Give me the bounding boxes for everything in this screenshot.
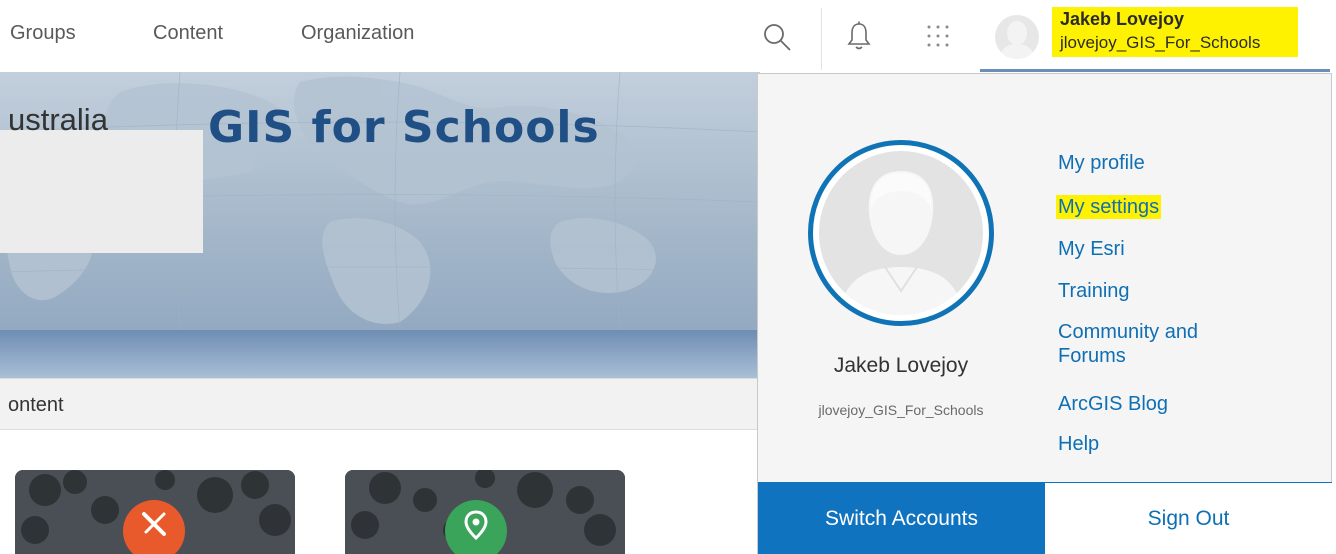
top-navigation: Groups Content Organization Jakeb Lovejo…: [0, 0, 1336, 72]
sign-out-button[interactable]: Sign Out: [1045, 482, 1332, 554]
content-section-header: [0, 378, 760, 430]
apps-grid-icon[interactable]: [924, 22, 952, 50]
nav-groups[interactable]: Groups: [10, 22, 76, 45]
switch-accounts-button[interactable]: Switch Accounts: [758, 482, 1045, 554]
user-dropdown-panel: Jakeb Lovejoy jlovejoy_GIS_For_Schools M…: [757, 73, 1332, 554]
menu-item-training[interactable]: Training: [1058, 279, 1130, 303]
tools-badge: [123, 500, 185, 554]
org-logo-box: [0, 130, 203, 253]
map-pin-badge: [445, 500, 507, 554]
nav-organization[interactable]: Organization: [301, 22, 414, 45]
content-card[interactable]: [15, 470, 295, 554]
profile-handle: jlovejoy_GIS_For_Schools: [818, 402, 984, 418]
content-card[interactable]: [345, 470, 625, 554]
search-icon[interactable]: [762, 22, 792, 52]
user-handle[interactable]: jlovejoy_GIS_For_Schools: [1060, 33, 1260, 53]
menu-item-arcgis-blog[interactable]: ArcGIS Blog: [1058, 392, 1168, 416]
avatar[interactable]: [995, 15, 1039, 59]
menu-item-my-settings[interactable]: My settings: [1056, 195, 1162, 219]
content-heading: ontent: [8, 394, 64, 416]
nav-divider: [821, 8, 822, 70]
banner-band: [0, 330, 760, 378]
page-title: GIS for Schools: [208, 102, 600, 153]
menu-item-my-esri[interactable]: My Esri: [1058, 237, 1125, 261]
map-pin-icon: [464, 510, 488, 541]
profile-avatar[interactable]: [808, 140, 994, 326]
tools-icon: [142, 512, 166, 536]
menu-item-my-profile[interactable]: My profile: [1058, 151, 1145, 175]
bell-icon[interactable]: [846, 21, 872, 51]
user-name[interactable]: Jakeb Lovejoy: [1060, 9, 1184, 30]
nav-content[interactable]: Content: [153, 22, 223, 45]
profile-name: Jakeb Lovejoy: [833, 354, 969, 377]
org-name: ustralia: [8, 102, 108, 137]
menu-item-help[interactable]: Help: [1058, 432, 1099, 456]
menu-item-community-and-forums[interactable]: Community and Forums: [1058, 320, 1258, 368]
user-silhouette-icon: [839, 171, 963, 315]
user-silhouette-icon: [999, 21, 1035, 59]
